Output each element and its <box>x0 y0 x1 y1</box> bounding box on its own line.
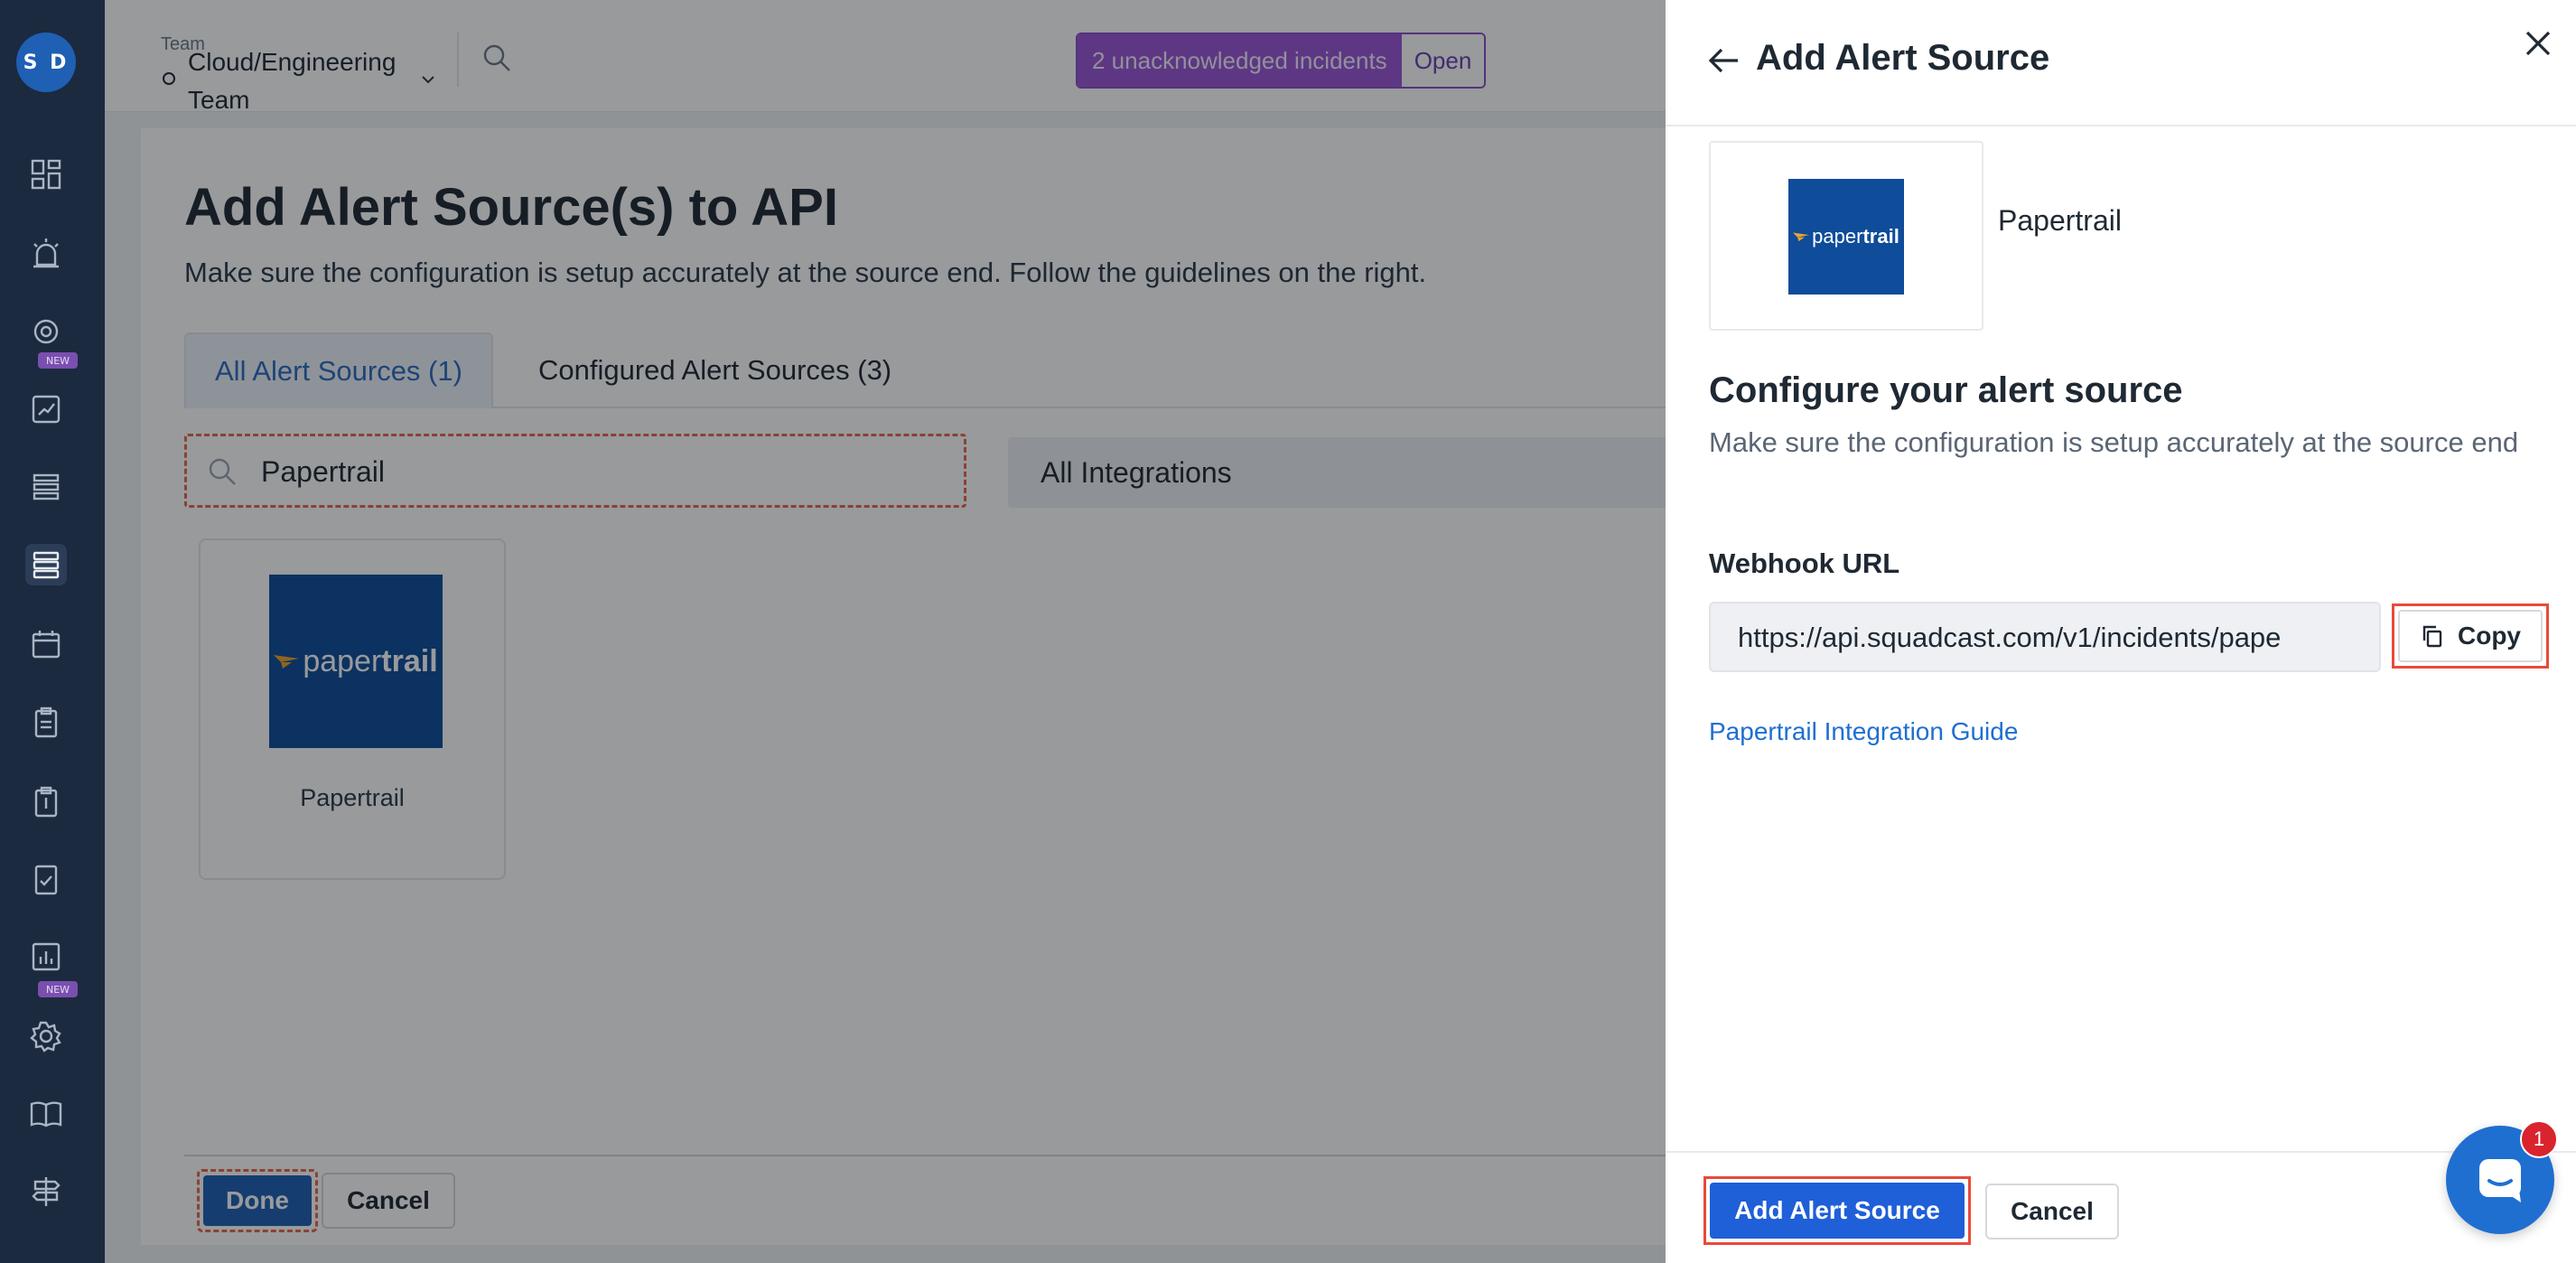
runbook-icon[interactable] <box>25 781 67 822</box>
drawer-footer: Add Alert Source Cancel <box>1666 1151 2576 1263</box>
logo-wordmark: papertrail <box>1812 225 1899 248</box>
left-sidebar: S D NEW NEW <box>0 0 105 1263</box>
clipboard-icon[interactable] <box>25 701 67 743</box>
user-avatar[interactable]: S D <box>16 33 76 92</box>
incident-alarm-icon[interactable] <box>25 233 67 275</box>
new-badge: NEW <box>38 981 78 997</box>
source-logo-box: papertrail <box>1709 141 1983 331</box>
add-alert-source-drawer: Add Alert Source papertrail Papertrail C… <box>1666 0 2576 1263</box>
copy-highlight: Copy <box>2392 603 2549 669</box>
chat-icon <box>2479 1159 2521 1202</box>
modal-overlay[interactable] <box>105 0 1666 1263</box>
add-highlight: Add Alert Source <box>1703 1176 1971 1245</box>
papertrail-logo: papertrail <box>1788 179 1904 295</box>
gear-icon[interactable] <box>25 1015 67 1057</box>
reports-icon[interactable] <box>25 936 67 978</box>
new-badge: NEW <box>38 352 78 369</box>
drawer-header: Add Alert Source <box>1666 0 2576 126</box>
webhook-url-field <box>1709 602 2381 672</box>
copy-button[interactable]: Copy <box>2398 610 2543 662</box>
book-icon[interactable] <box>25 1093 67 1135</box>
copy-label: Copy <box>2458 622 2521 650</box>
configure-description: Make sure the configuration is setup acc… <box>1709 426 2519 458</box>
postmortem-icon[interactable] <box>25 858 67 900</box>
chat-unread-badge: 1 <box>2520 1120 2558 1158</box>
close-icon[interactable] <box>2520 25 2556 61</box>
webhook-url-input[interactable] <box>1738 616 2370 660</box>
services-icon[interactable] <box>25 544 67 585</box>
arrow-left-icon[interactable] <box>1703 40 1745 81</box>
calendar-icon[interactable] <box>25 623 67 665</box>
add-alert-source-button[interactable]: Add Alert Source <box>1710 1183 1965 1239</box>
analytics-icon[interactable] <box>25 388 67 430</box>
list-icon[interactable] <box>25 466 67 508</box>
webhook-url-label: Webhook URL <box>1709 547 1900 579</box>
papertrail-mark-icon <box>1793 232 1810 242</box>
eye-icon[interactable] <box>25 311 67 352</box>
source-name: Papertrail <box>1998 204 2122 237</box>
drawer-cancel-button[interactable]: Cancel <box>1985 1183 2119 1240</box>
configure-title: Configure your alert source <box>1709 370 2183 410</box>
dashboard-icon[interactable] <box>25 154 67 195</box>
integration-guide-link[interactable]: Papertrail Integration Guide <box>1709 717 2018 746</box>
drawer-title: Add Alert Source <box>1756 38 2050 78</box>
copy-icon <box>2420 623 2445 649</box>
signpost-icon[interactable] <box>25 1171 67 1212</box>
